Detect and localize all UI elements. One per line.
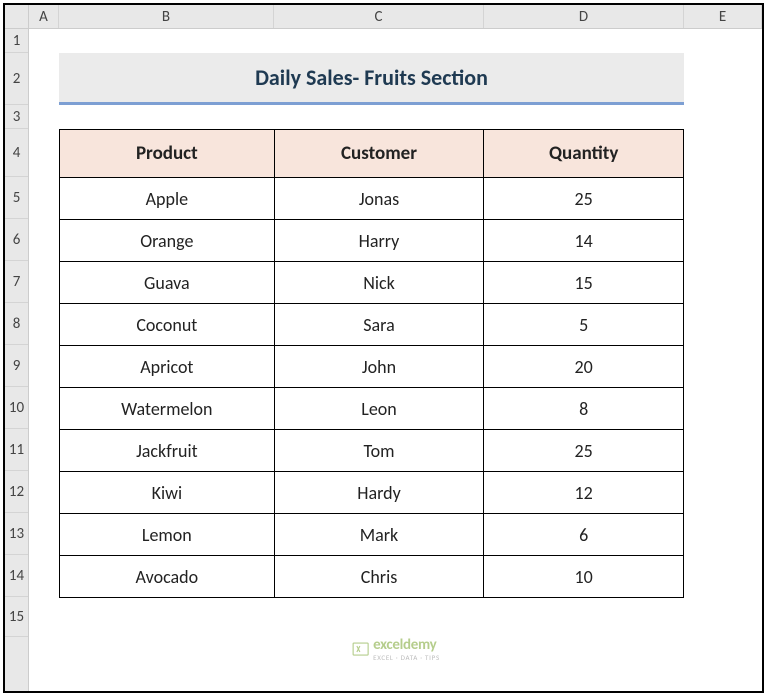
row-header-10[interactable]: 10 [5,387,28,429]
cell-product[interactable]: Coconut [60,304,275,346]
cell-customer[interactable]: Hardy [274,472,484,514]
row-header-13[interactable]: 13 [5,513,28,555]
cell-customer[interactable]: Nick [274,262,484,304]
cell-product[interactable]: Avocado [60,556,275,598]
cell-quantity[interactable]: 25 [484,430,684,472]
page-title: Daily Sales- Fruits Section [255,64,488,91]
table-row: Apple Jonas 25 [60,178,684,220]
cell-quantity[interactable]: 15 [484,262,684,304]
col-header-D[interactable]: D [484,5,684,28]
row-header-2[interactable]: 2 [5,53,28,105]
row-header-6[interactable]: 6 [5,219,28,261]
cell-product[interactable]: Lemon [60,514,275,556]
cell-quantity[interactable]: 20 [484,346,684,388]
header-quantity[interactable]: Quantity [484,130,684,178]
row-header-9[interactable]: 9 [5,345,28,387]
cell-customer[interactable]: John [274,346,484,388]
cell-quantity[interactable]: 25 [484,178,684,220]
cell-customer[interactable]: Tom [274,430,484,472]
table-row: Guava Nick 15 [60,262,684,304]
cell-product[interactable]: Orange [60,220,275,262]
cell-product[interactable]: Jackfruit [60,430,275,472]
sheet-area[interactable]: Daily Sales- Fruits Section Product Cust… [29,29,762,691]
row-header-7[interactable]: 7 [5,261,28,303]
col-header-B[interactable]: B [59,5,274,28]
cell-product[interactable]: Apricot [60,346,275,388]
col-header-C[interactable]: C [274,5,484,28]
excel-icon [351,640,369,658]
column-headers: A B C D E [29,5,762,29]
table-row: Coconut Sara 5 [60,304,684,346]
cell-product[interactable]: Kiwi [60,472,275,514]
row-header-5[interactable]: 5 [5,177,28,219]
data-table: Product Customer Quantity Apple Jonas 25… [59,129,684,598]
cell-quantity[interactable]: 12 [484,472,684,514]
col-header-E[interactable]: E [684,5,762,28]
col-header-A[interactable]: A [29,5,59,28]
row-header-15[interactable]: 15 [5,597,28,637]
cell-quantity[interactable]: 5 [484,304,684,346]
row-header-4[interactable]: 4 [5,129,28,177]
watermark-brand: exceldemy [373,636,436,654]
cell-product[interactable]: Watermelon [60,388,275,430]
title-banner: Daily Sales- Fruits Section [59,53,684,105]
select-all-corner[interactable] [5,5,29,29]
table-row: Orange Harry 14 [60,220,684,262]
cell-customer[interactable]: Jonas [274,178,484,220]
row-header-14[interactable]: 14 [5,555,28,597]
cell-quantity[interactable]: 6 [484,514,684,556]
row-header-3[interactable]: 3 [5,105,28,129]
cell-customer[interactable]: Leon [274,388,484,430]
header-customer[interactable]: Customer [274,130,484,178]
table-row: Apricot John 20 [60,346,684,388]
row-headers: 1 2 3 4 5 6 7 8 9 10 11 12 13 14 15 [5,29,29,691]
row-header-1[interactable]: 1 [5,29,28,53]
table-header-row: Product Customer Quantity [60,130,684,178]
cell-quantity[interactable]: 14 [484,220,684,262]
table-row: Kiwi Hardy 12 [60,472,684,514]
row-header-8[interactable]: 8 [5,303,28,345]
spreadsheet-frame: A B C D E 1 2 3 4 5 6 7 8 9 10 11 12 13 … [3,3,764,693]
watermark-tagline: EXCEL · DATA · TIPS [373,654,440,661]
cell-quantity[interactable]: 8 [484,388,684,430]
cell-quantity[interactable]: 10 [484,556,684,598]
table-row: Lemon Mark 6 [60,514,684,556]
watermark: exceldemy EXCEL · DATA · TIPS [351,636,440,661]
table-row: Jackfruit Tom 25 [60,430,684,472]
cell-customer[interactable]: Harry [274,220,484,262]
table-row: Avocado Chris 10 [60,556,684,598]
table-row: Watermelon Leon 8 [60,388,684,430]
row-header-11[interactable]: 11 [5,429,28,471]
watermark-text: exceldemy EXCEL · DATA · TIPS [373,636,440,661]
row-header-12[interactable]: 12 [5,471,28,513]
cell-customer[interactable]: Chris [274,556,484,598]
cell-product[interactable]: Apple [60,178,275,220]
header-product[interactable]: Product [60,130,275,178]
cell-customer[interactable]: Mark [274,514,484,556]
cell-product[interactable]: Guava [60,262,275,304]
cell-customer[interactable]: Sara [274,304,484,346]
